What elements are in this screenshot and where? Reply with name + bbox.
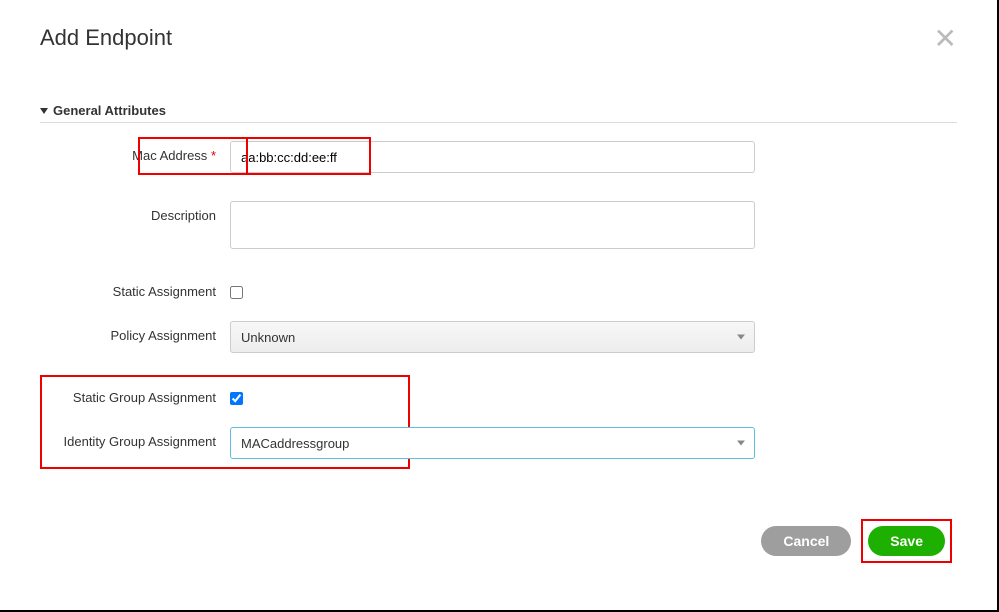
label-mac-address: Mac Address *: [55, 141, 230, 163]
mac-address-input[interactable]: [230, 141, 755, 173]
chevron-down-icon: [737, 441, 745, 446]
row-mac-address: Mac Address *: [55, 141, 957, 173]
static-assignment-checkbox[interactable]: [230, 286, 243, 299]
close-icon[interactable]: ✕: [934, 25, 957, 53]
policy-assignment-value: Unknown: [241, 330, 295, 345]
policy-assignment-select[interactable]: Unknown: [230, 321, 755, 353]
section-title: General Attributes: [53, 103, 166, 118]
label-identity-group-assignment: Identity Group Assignment: [55, 427, 230, 449]
row-identity-group-assignment: Identity Group Assignment MACaddressgrou…: [55, 427, 957, 459]
label-static-assignment: Static Assignment: [55, 277, 230, 299]
row-policy-assignment: Policy Assignment Unknown: [55, 321, 957, 353]
label-policy-assignment: Policy Assignment: [55, 321, 230, 343]
button-row: Cancel Save: [40, 519, 957, 563]
chevron-down-icon: [40, 108, 48, 114]
divider: [40, 122, 957, 123]
static-group-assignment-checkbox[interactable]: [230, 392, 243, 405]
cancel-button[interactable]: Cancel: [761, 526, 851, 556]
form-body: Mac Address * Description Static Assignm…: [40, 141, 957, 459]
section-header-general[interactable]: General Attributes: [40, 103, 957, 118]
modal-header: Add Endpoint ✕: [40, 25, 957, 53]
label-static-group-assignment: Static Group Assignment: [55, 383, 230, 405]
modal-title: Add Endpoint: [40, 25, 172, 51]
highlight-save-button: Save: [861, 519, 952, 563]
row-static-assignment: Static Assignment: [55, 277, 957, 299]
save-button[interactable]: Save: [868, 526, 945, 556]
add-endpoint-modal: Add Endpoint ✕ General Attributes Mac Ad…: [0, 0, 997, 583]
identity-group-value: MACaddressgroup: [241, 436, 349, 451]
identity-group-assignment-select[interactable]: MACaddressgroup: [230, 427, 755, 459]
description-input[interactable]: [230, 201, 755, 249]
label-description: Description: [55, 201, 230, 223]
chevron-down-icon: [737, 335, 745, 340]
row-description: Description: [55, 201, 957, 249]
row-static-group-assignment: Static Group Assignment: [55, 383, 957, 405]
